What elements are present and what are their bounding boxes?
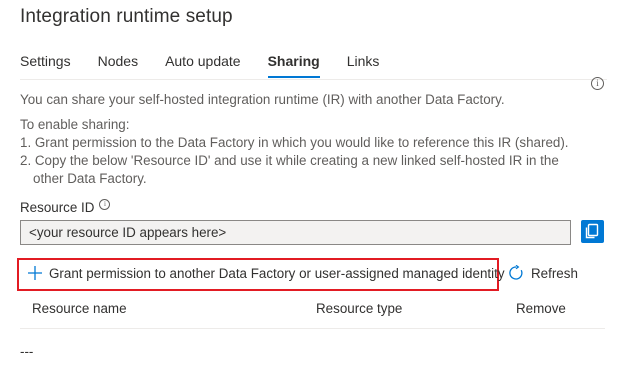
tab-auto-update[interactable]: Auto update <box>165 52 241 78</box>
tab-nodes[interactable]: Nodes <box>98 52 138 78</box>
resource-id-label-text: Resource ID <box>20 200 95 215</box>
resource-id-field[interactable]: <your resource ID appears here> <box>20 220 571 245</box>
column-header-resource-name[interactable]: Resource name <box>32 301 127 316</box>
grant-permission-button[interactable]: Grant permission to another Data Factory… <box>27 265 505 281</box>
info-icon[interactable]: i <box>99 199 111 210</box>
refresh-button[interactable]: Refresh <box>508 265 578 281</box>
refresh-icon <box>509 265 523 280</box>
column-header-remove[interactable]: Remove <box>516 301 566 316</box>
tab-sharing[interactable]: Sharing <box>267 52 320 78</box>
step-1: 1. Grant permission to the Data Factory … <box>20 135 569 150</box>
grant-permission-label: Grant permission to another Data Factory… <box>49 265 505 281</box>
info-icon[interactable]: i <box>591 77 604 90</box>
resource-id-label: Resource ID i <box>20 199 111 215</box>
step-2-line-1: 2. Copy the below 'Resource ID' and use … <box>20 153 559 168</box>
table-empty-row: --- <box>20 344 34 359</box>
sharing-intro: You can share your self-hosted integrati… <box>20 92 505 107</box>
step-2-line-2: other Data Factory. <box>33 171 147 186</box>
refresh-label: Refresh <box>531 265 578 281</box>
tabs-divider <box>20 79 607 80</box>
page-title: Integration runtime setup <box>20 6 233 27</box>
tab-links[interactable]: Links <box>347 52 380 78</box>
column-header-resource-type[interactable]: Resource type <box>316 301 402 316</box>
tab-settings[interactable]: Settings <box>20 52 71 78</box>
copy-button[interactable] <box>581 220 604 243</box>
table-header: Resource name Resource type Remove <box>20 298 605 329</box>
tab-bar: Settings Nodes Auto update Sharing Links <box>20 52 406 78</box>
plus-icon <box>28 266 42 280</box>
copy-icon <box>585 223 599 239</box>
steps-heading: To enable sharing: <box>20 117 130 132</box>
